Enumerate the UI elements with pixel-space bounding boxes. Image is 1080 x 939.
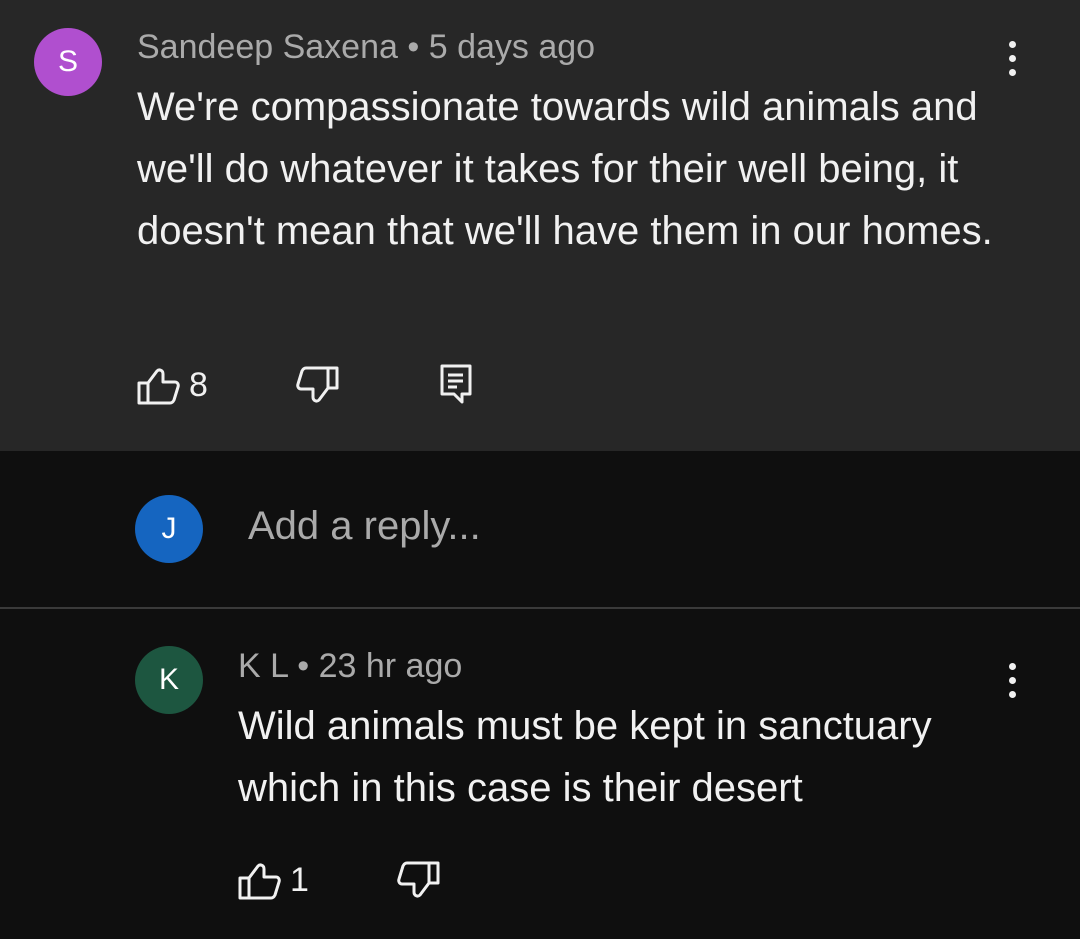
more-vert-icon[interactable] (1002, 663, 1022, 698)
avatar-letter: S (57, 45, 78, 78)
like-button[interactable]: 1 (238, 861, 309, 900)
thumbs-down-icon (397, 861, 440, 898)
meta-separator: • (407, 28, 420, 66)
avatar[interactable]: J (135, 495, 203, 563)
comment-time: 5 days ago (428, 28, 596, 66)
thumbs-up-icon (238, 863, 281, 899)
comment-meta: K L • 23 hr ago (238, 647, 462, 686)
like-count: 1 (290, 861, 309, 899)
like-button[interactable]: 8 (137, 366, 208, 405)
add-reply-row: J Add a reply... (0, 451, 1080, 608)
more-vert-icon[interactable] (1002, 41, 1022, 76)
comment-thread: S Sandeep Saxena • 5 days ago We're comp… (0, 0, 1080, 939)
dislike-button[interactable] (396, 861, 440, 899)
avatar[interactable]: S (34, 28, 102, 96)
author-name[interactable]: K L (238, 647, 288, 685)
reply-input[interactable]: Add a reply... (248, 504, 481, 549)
avatar-letter: J (161, 512, 177, 545)
avatar-letter: K (158, 663, 179, 696)
like-count: 8 (189, 366, 208, 404)
author-name[interactable]: Sandeep Saxena (137, 28, 398, 66)
reply-button[interactable] (440, 364, 472, 404)
meta-separator: • (297, 647, 310, 685)
comment-text: Wild animals must be kept in sanctuary w… (238, 704, 932, 810)
dislike-button[interactable] (295, 366, 339, 404)
comment-meta: Sandeep Saxena • 5 days ago (137, 28, 595, 67)
thumbs-up-icon (137, 368, 180, 404)
comment-time: 23 hr ago (318, 647, 463, 685)
thumbs-down-icon (296, 366, 339, 403)
reply-comment: K K L • 23 hr ago Wild animals must be k… (0, 609, 1080, 939)
parent-comment: S Sandeep Saxena • 5 days ago We're comp… (0, 0, 1080, 451)
reply-comment-icon (440, 364, 472, 404)
comment-text: We're compassionate towards wild animals… (137, 85, 993, 253)
avatar[interactable]: K (135, 646, 203, 714)
